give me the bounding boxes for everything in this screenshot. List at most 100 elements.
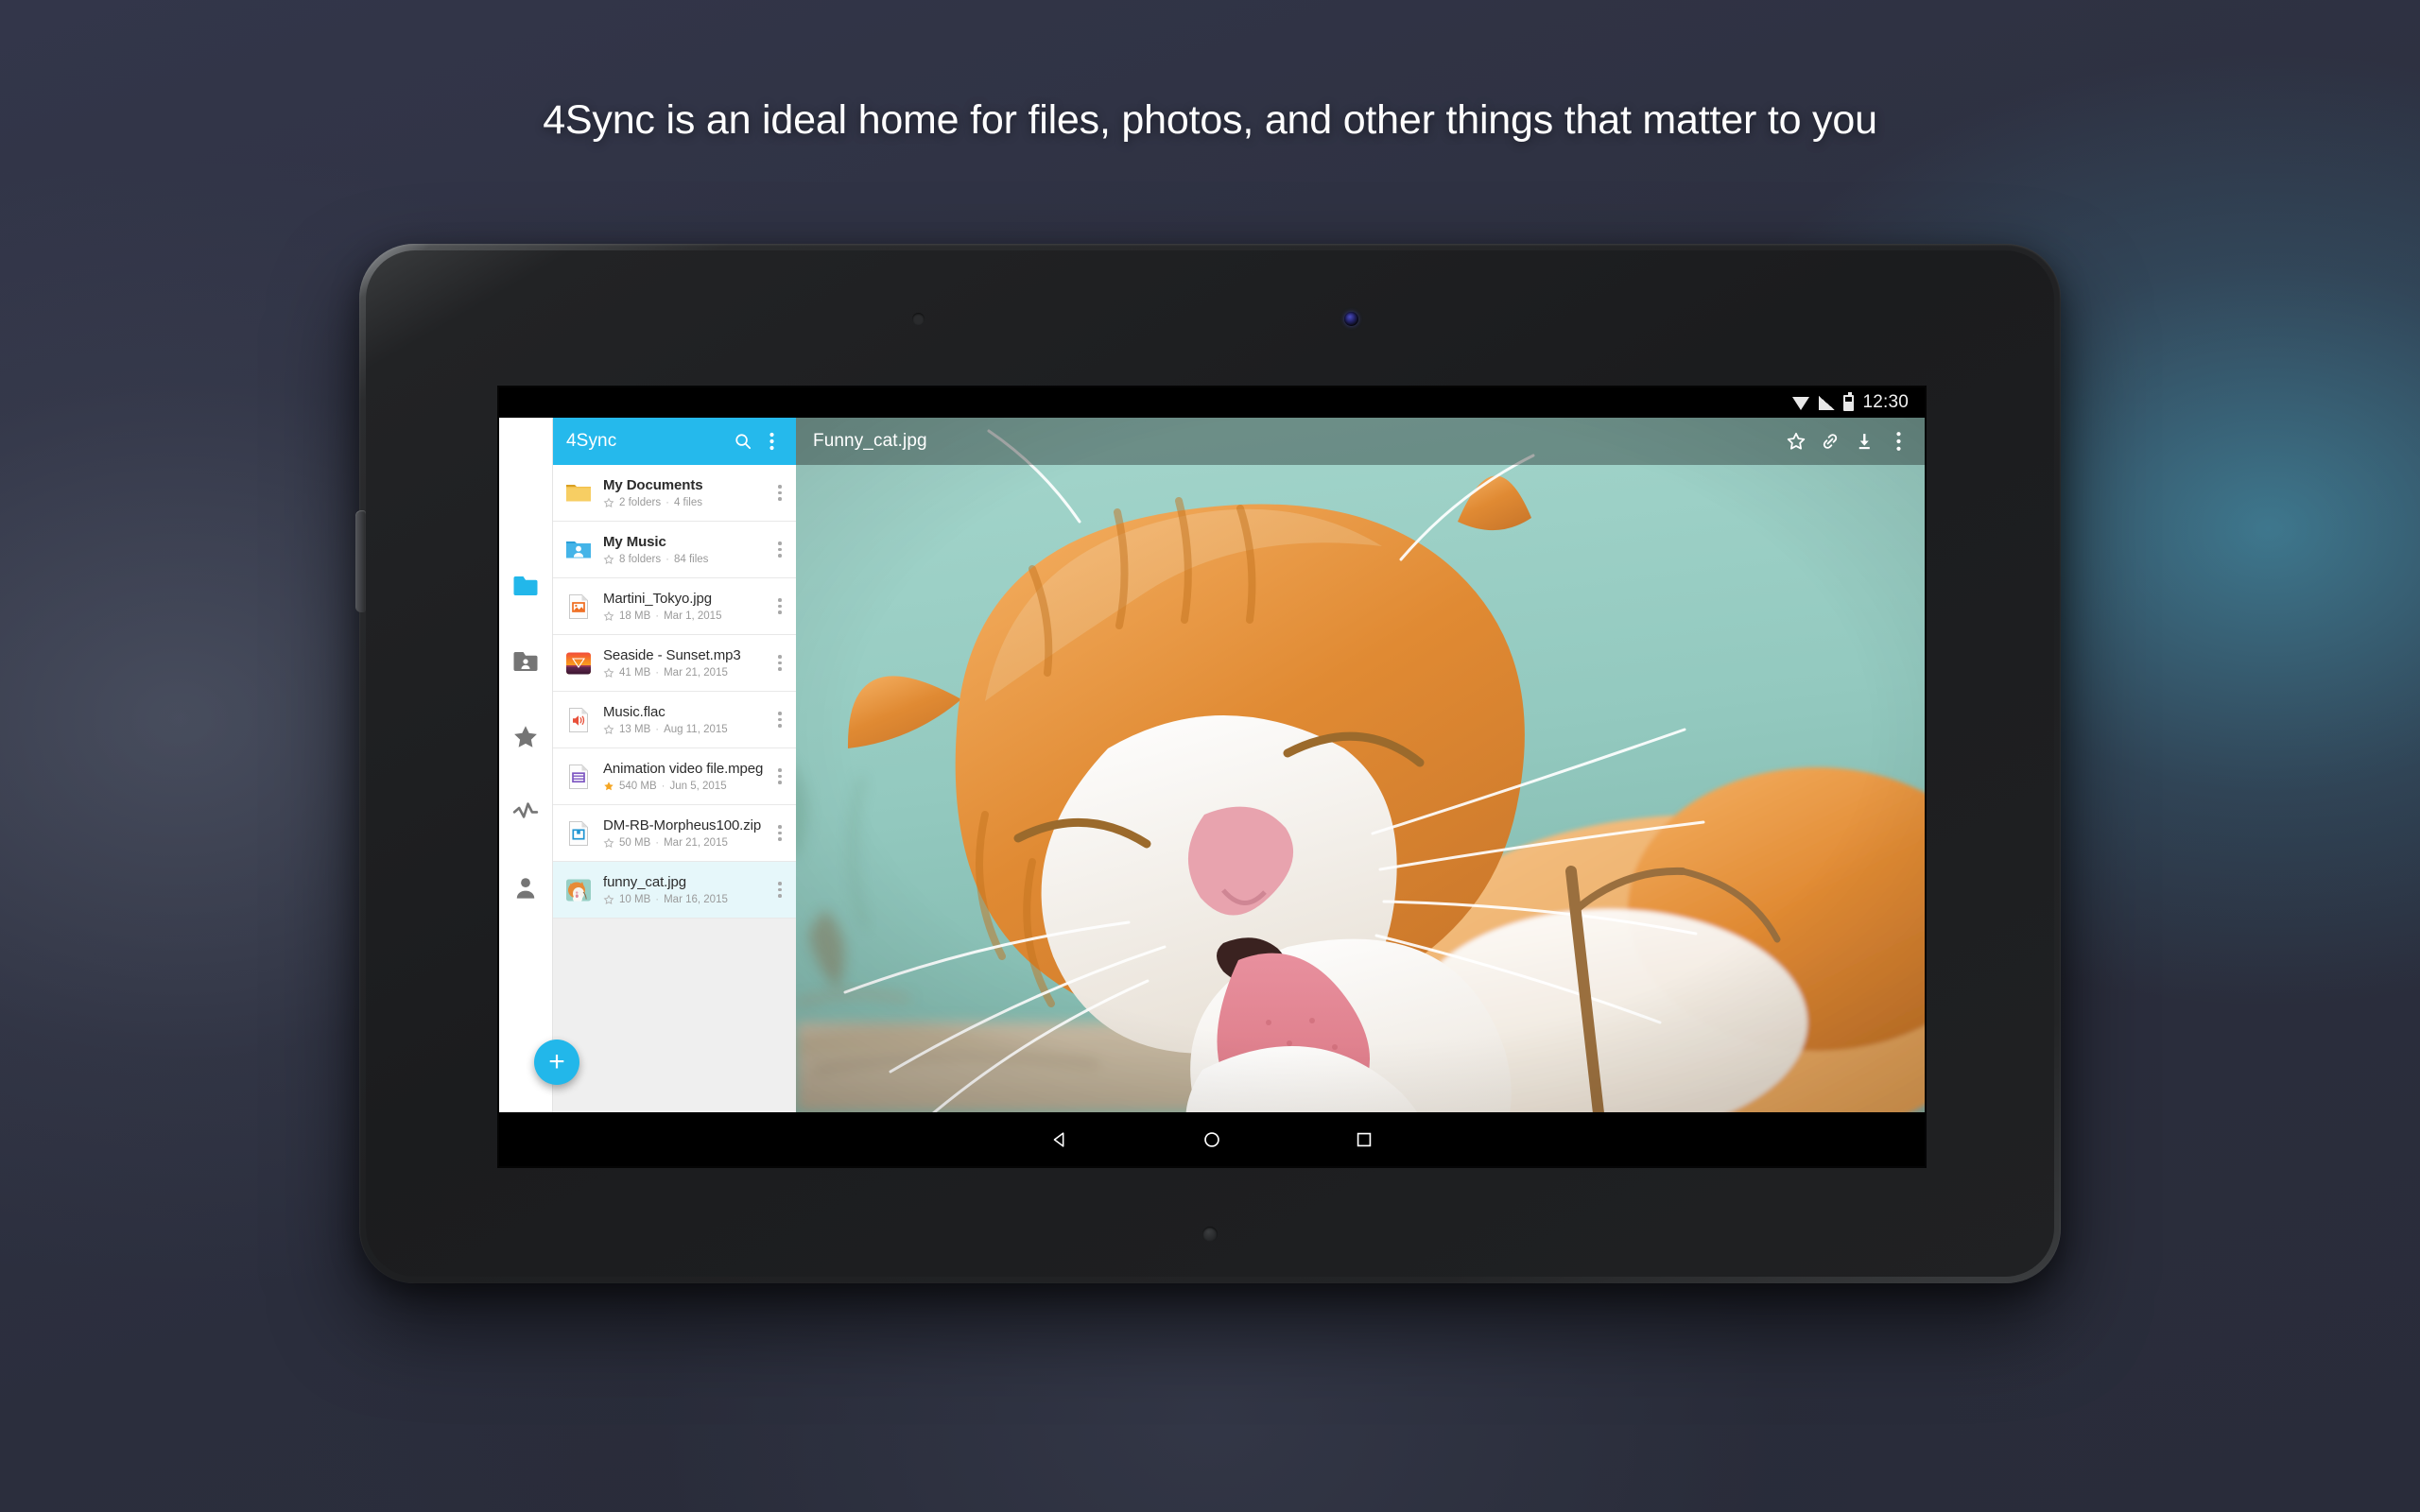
download-button[interactable] bbox=[1849, 426, 1879, 456]
table-row[interactable]: Martini_Tokyo.jpg 18 MB · Mar 1, 2015 bbox=[553, 578, 796, 635]
back-button[interactable] bbox=[1047, 1127, 1072, 1152]
file-meta-secondary: Aug 11, 2015 bbox=[664, 723, 728, 735]
file-audio-icon bbox=[569, 707, 588, 732]
file-text: Martini_Tokyo.jpg 18 MB · Mar 1, 2015 bbox=[603, 591, 768, 621]
file-list-panel: 4Sync My Documents 2 folders · 4 files M… bbox=[534, 418, 796, 1112]
file-text: My Music 8 folders · 84 files bbox=[603, 534, 768, 564]
file-meta: 2 folders · 4 files bbox=[603, 497, 768, 508]
file-text: Animation video file.mpeg 540 MB · Jun 5… bbox=[603, 761, 768, 791]
row-overflow-button[interactable] bbox=[768, 598, 792, 614]
file-icon-wrapper bbox=[562, 591, 595, 623]
star-outline-icon[interactable] bbox=[603, 724, 614, 735]
file-icon-wrapper bbox=[562, 477, 595, 509]
file-meta-primary: 13 MB bbox=[619, 723, 651, 735]
row-overflow-button[interactable] bbox=[768, 712, 792, 728]
meta-separator: · bbox=[661, 780, 666, 792]
file-meta-secondary: Mar 21, 2015 bbox=[664, 666, 728, 679]
file-meta-primary: 50 MB bbox=[619, 836, 651, 849]
table-row[interactable]: funny_cat.jpg 10 MB · Mar 16, 2015 bbox=[553, 862, 796, 919]
preview-overflow-button[interactable] bbox=[1883, 426, 1913, 456]
file-name: Music.flac bbox=[603, 704, 666, 721]
person-icon bbox=[516, 878, 535, 899]
sidebar-item-favorites[interactable] bbox=[511, 723, 540, 751]
row-overflow-button[interactable] bbox=[768, 655, 792, 671]
file-meta-secondary: Jun 5, 2015 bbox=[669, 780, 727, 792]
overflow-menu-button[interactable] bbox=[757, 427, 786, 455]
favorite-button[interactable] bbox=[1781, 426, 1811, 456]
android-status-bar: 12:30 bbox=[499, 387, 1925, 418]
download-icon bbox=[1858, 434, 1870, 450]
sidebar-item-activity[interactable] bbox=[511, 799, 540, 827]
file-meta: 8 folders · 84 files bbox=[603, 554, 768, 565]
sidebar-item-account[interactable] bbox=[511, 874, 540, 902]
table-row[interactable]: DM-RB-Morpheus100.zip 50 MB · Mar 21, 20… bbox=[553, 805, 796, 862]
file-name: funny_cat.jpg bbox=[603, 874, 686, 891]
file-list: My Documents 2 folders · 4 files My Musi… bbox=[553, 465, 796, 919]
table-row[interactable]: Seaside - Sunset.mp3 41 MB · Mar 21, 201… bbox=[553, 635, 796, 692]
table-row[interactable]: My Music 8 folders · 84 files bbox=[553, 522, 796, 578]
file-text: Music.flac 13 MB · Aug 11, 2015 bbox=[603, 704, 768, 734]
table-row[interactable]: My Documents 2 folders · 4 files bbox=[553, 465, 796, 522]
meta-separator: · bbox=[655, 666, 660, 679]
file-icon-wrapper bbox=[562, 534, 595, 566]
file-name: My Documents bbox=[603, 477, 703, 494]
sidebar-item-shared[interactable] bbox=[511, 647, 540, 676]
recents-button[interactable] bbox=[1352, 1127, 1376, 1152]
star-filled-icon[interactable] bbox=[603, 781, 614, 792]
file-name: DM-RB-Morpheus100.zip bbox=[603, 817, 762, 834]
share-link-button[interactable] bbox=[1815, 426, 1845, 456]
sidebar-item-my-files[interactable] bbox=[511, 572, 540, 600]
search-button[interactable] bbox=[729, 427, 757, 455]
star-outline-icon[interactable] bbox=[603, 610, 614, 622]
add-button[interactable]: + bbox=[534, 1040, 579, 1085]
square-recents-icon bbox=[1357, 1132, 1372, 1146]
star-outline-icon bbox=[1787, 432, 1806, 450]
file-video-icon bbox=[569, 764, 588, 789]
preview-title: Funny_cat.jpg bbox=[813, 431, 927, 451]
table-row[interactable]: Animation video file.mpeg 540 MB · Jun 5… bbox=[553, 748, 796, 805]
home-button[interactable] bbox=[1200, 1127, 1224, 1152]
tablet-device-frame: 12:30 4Sync My Documents 2 folders · 4 f… bbox=[355, 244, 2061, 1283]
star-outline-icon[interactable] bbox=[603, 837, 614, 849]
status-bar-clock: 12:30 bbox=[1862, 392, 1909, 412]
star-outline-icon[interactable] bbox=[603, 554, 614, 565]
activity-pulse-icon bbox=[512, 802, 539, 818]
file-icon-wrapper bbox=[562, 874, 595, 906]
album-art-sunset-icon bbox=[566, 652, 591, 674]
file-archive-icon bbox=[569, 820, 588, 846]
file-icon-wrapper bbox=[562, 817, 595, 850]
triangle-back-icon bbox=[1053, 1131, 1064, 1147]
meta-separator: · bbox=[655, 893, 660, 905]
meta-separator: · bbox=[666, 553, 669, 565]
table-row[interactable]: Music.flac 13 MB · Aug 11, 2015 bbox=[553, 692, 796, 748]
photo-preview-panel[interactable]: Funny_cat.jpg bbox=[796, 418, 1925, 1112]
proximity-sensor-icon bbox=[912, 313, 925, 325]
row-overflow-button[interactable] bbox=[768, 485, 792, 501]
app-body: 4Sync My Documents 2 folders · 4 files M… bbox=[499, 418, 1925, 1112]
star-outline-icon[interactable] bbox=[603, 667, 614, 679]
file-icon-wrapper bbox=[562, 761, 595, 793]
link-icon bbox=[1823, 434, 1838, 449]
meta-separator: · bbox=[655, 723, 660, 735]
file-meta: 10 MB · Mar 16, 2015 bbox=[603, 894, 768, 905]
file-meta-secondary: 84 files bbox=[673, 553, 709, 565]
file-meta: 41 MB · Mar 21, 2015 bbox=[603, 667, 768, 679]
file-meta-primary: 41 MB bbox=[619, 666, 651, 679]
file-name: Martini_Tokyo.jpg bbox=[603, 591, 713, 608]
row-overflow-button[interactable] bbox=[768, 882, 792, 898]
file-image-icon bbox=[569, 593, 588, 619]
file-name: Seaside - Sunset.mp3 bbox=[603, 647, 741, 664]
power-button[interactable] bbox=[355, 510, 366, 612]
row-overflow-button[interactable] bbox=[768, 541, 792, 558]
file-name: My Music bbox=[603, 534, 666, 551]
star-outline-icon[interactable] bbox=[603, 894, 614, 905]
star-outline-icon[interactable] bbox=[603, 497, 614, 508]
file-text: DM-RB-Morpheus100.zip 50 MB · Mar 21, 20… bbox=[603, 817, 768, 848]
preview-toolbar: Funny_cat.jpg bbox=[796, 418, 1925, 465]
file-meta: 540 MB · Jun 5, 2015 bbox=[603, 781, 768, 792]
file-meta-secondary: Mar 1, 2015 bbox=[664, 610, 722, 622]
file-meta-secondary: Mar 16, 2015 bbox=[664, 893, 728, 905]
android-navigation-bar bbox=[499, 1112, 1925, 1166]
row-overflow-button[interactable] bbox=[768, 768, 792, 784]
row-overflow-button[interactable] bbox=[768, 825, 792, 841]
